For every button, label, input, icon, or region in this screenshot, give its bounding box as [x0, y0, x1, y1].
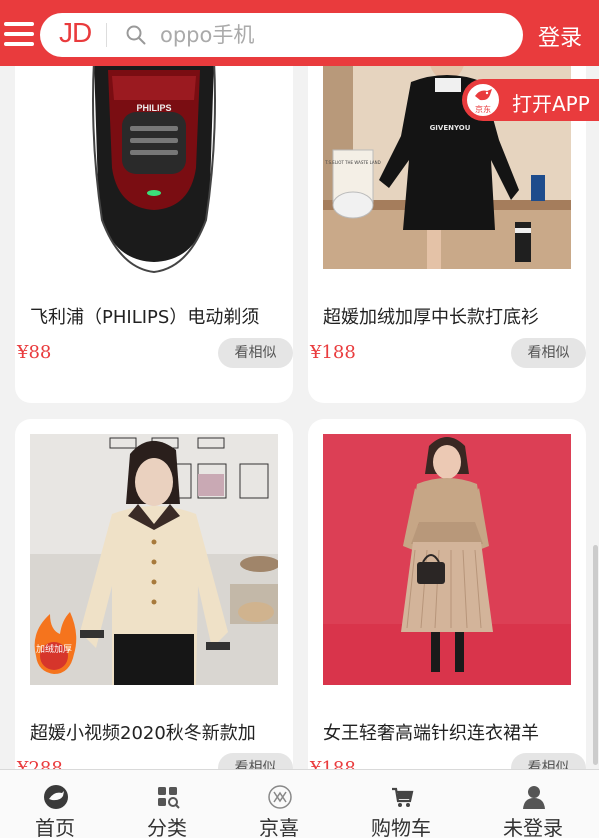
- nav-label: 分类: [147, 816, 187, 838]
- nav-label: 首页: [35, 816, 75, 838]
- product-price: ¥188: [310, 342, 356, 363]
- login-button[interactable]: 登录: [538, 20, 582, 52]
- jd-app-badge: 京东: [475, 105, 491, 114]
- product-card[interactable]: PHILIPS 飞利浦（PHILIPS）电动剃须 ¥88 看相似: [15, 40, 293, 403]
- nav-label: 购物车: [371, 816, 431, 838]
- nav-category[interactable]: 分类: [112, 770, 222, 838]
- similar-button[interactable]: 看相似: [511, 338, 586, 368]
- jd-app-icon: 京东: [465, 82, 501, 118]
- open-app-label[interactable]: 打开APP: [512, 88, 590, 117]
- search-input[interactable]: [160, 13, 500, 57]
- brand-label: PHILIPS: [136, 103, 171, 113]
- bottom-nav: 首页 分类 京喜 购物车 未登录: [0, 769, 599, 838]
- product-image[interactable]: T.S.ELIOT THE WASTE LAND GIVENYOU: [323, 40, 571, 290]
- top-header: JD 登录: [0, 0, 599, 66]
- product-price: ¥88: [17, 342, 52, 363]
- product-name[interactable]: 超媛小视频2020秋冬新款加: [30, 719, 288, 745]
- open-app-button[interactable]: 京东 打开APP: [462, 79, 599, 121]
- jingxi-icon: [268, 785, 292, 809]
- product-card[interactable]: 女王轻奢高端针织连衣裙羊 ¥188 看相似: [308, 419, 586, 819]
- nav-label: 京喜: [259, 816, 299, 838]
- nav-home[interactable]: 首页: [0, 770, 110, 838]
- nav-cart[interactable]: 购物车: [346, 770, 456, 838]
- jd-logo[interactable]: JD: [59, 17, 92, 49]
- search-icon: [126, 25, 146, 45]
- search-divider: [106, 23, 107, 47]
- product-name[interactable]: 飞利浦（PHILIPS）电动剃须: [30, 303, 288, 329]
- category-icon: [158, 787, 180, 809]
- cart-icon: [392, 787, 414, 807]
- product-name[interactable]: 超媛加绒加厚中长款打底衫: [323, 303, 581, 329]
- search-bar[interactable]: JD: [40, 13, 523, 57]
- product-card[interactable]: 加绒加厚 超媛小视频2020秋冬新款加 ¥288 看相似: [15, 419, 293, 819]
- shirt-text: GIVENYOU: [430, 124, 471, 132]
- similar-button[interactable]: 看相似: [218, 338, 293, 368]
- product-image[interactable]: [323, 434, 571, 685]
- user-icon: [523, 786, 545, 809]
- scrollbar[interactable]: [593, 545, 598, 765]
- bag-text: T.S.ELIOT THE WASTE LAND: [324, 160, 380, 165]
- nav-account[interactable]: 未登录: [478, 770, 588, 838]
- home-icon: [44, 785, 68, 809]
- nav-jingxi[interactable]: 京喜: [224, 770, 334, 838]
- product-name[interactable]: 女王轻奢高端针织连衣裙羊: [323, 719, 581, 745]
- product-image[interactable]: PHILIPS: [30, 40, 278, 290]
- badge-text: 加绒加厚: [36, 643, 72, 655]
- nav-label: 未登录: [503, 816, 563, 838]
- product-image[interactable]: 加绒加厚: [30, 434, 278, 685]
- menu-icon[interactable]: [4, 22, 34, 46]
